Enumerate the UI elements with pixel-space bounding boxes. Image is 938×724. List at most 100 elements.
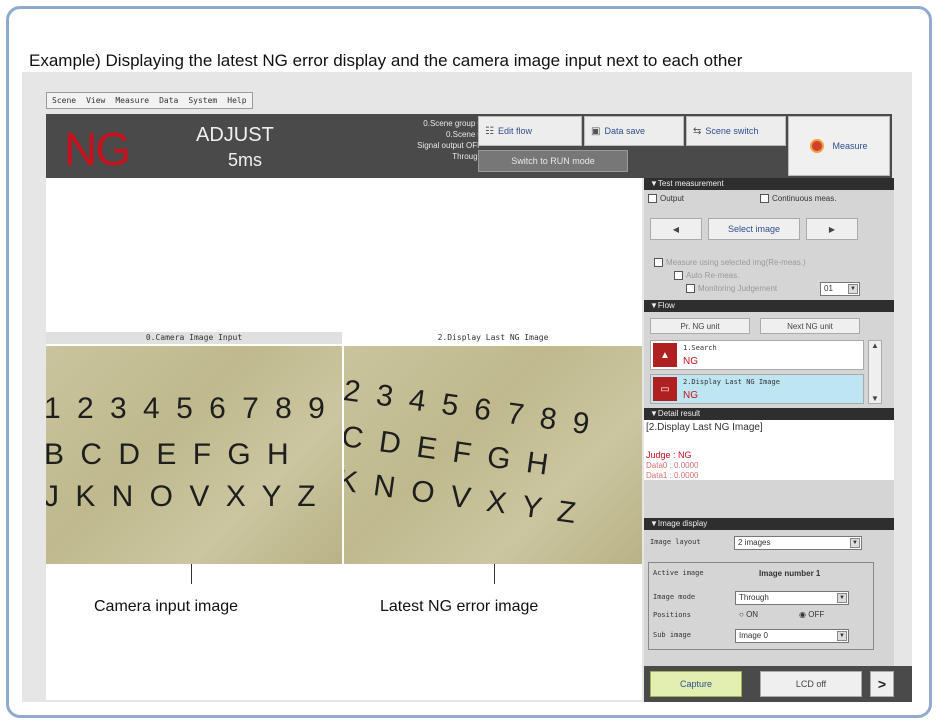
judgement-label: NG <box>64 123 131 175</box>
measure-using-check-icon <box>654 258 663 268</box>
image-mode-select[interactable]: Through ▼ <box>735 591 849 605</box>
image-layout-value: 2 images <box>738 538 771 547</box>
active-image-label: Active image <box>653 569 704 577</box>
positions-label: Positions <box>653 611 691 619</box>
next-image-button[interactable]: ▶ <box>806 218 858 240</box>
monitoring-checkbox[interactable]: Monitoring Judgement <box>686 284 778 294</box>
camera-row-1: 1 2 3 4 5 6 7 8 9 <box>46 392 329 425</box>
camera-row-3: J K N O V X Y Z <box>46 480 320 513</box>
menu-bar: Scene View Measure Data System Help <box>46 92 253 109</box>
menu-data[interactable]: Data <box>154 93 183 108</box>
chevron-down-icon: ▼ <box>848 284 858 294</box>
continuous-checkbox[interactable]: Continuous meas. <box>760 194 837 204</box>
monitoring-label: Monitoring Judgement <box>698 284 778 293</box>
detail-result-box: [2.Display Last NG Image] Judge : NG Dat… <box>644 420 894 480</box>
flow-item-name: 1.Search <box>683 344 717 352</box>
continuous-check-icon <box>760 194 769 204</box>
image-layout-select[interactable]: 2 images ▼ <box>734 536 862 550</box>
position-on-radio[interactable]: ○ ON <box>739 610 758 619</box>
sub-image-label: Sub image <box>653 631 691 639</box>
menu-scene[interactable]: Scene <box>47 93 81 108</box>
signal-output-label: Signal output OFF <box>417 141 482 150</box>
menu-system[interactable]: System <box>183 93 222 108</box>
chevron-down-icon: ▼ <box>837 631 847 641</box>
flow-item-display-last-ng[interactable]: ▭ 2.Display Last NG Image NG <box>650 374 864 404</box>
chevron-down-icon: ▼ <box>850 538 860 548</box>
test-measurement-header: ▼Test measurement <box>644 178 894 190</box>
image-mode-label: Image mode <box>653 593 696 601</box>
scene-switch-label: Scene switch <box>705 126 759 136</box>
camera-image-pane[interactable]: 1 2 3 4 5 6 7 8 9 B C D E F G H J K N O … <box>46 346 342 564</box>
select-image-button[interactable]: Select image <box>708 218 800 240</box>
through-label: Through <box>452 152 482 161</box>
menu-measure[interactable]: Measure <box>110 93 154 108</box>
flow-item-result: NG <box>683 356 698 367</box>
camera-row-2: B C D E F G H <box>46 438 293 471</box>
processing-time: 5ms <box>228 150 263 170</box>
detail-line-1: Data0 : 0.0000 <box>646 461 699 470</box>
right-pane-title: 2.Display Last NG Image <box>344 332 642 344</box>
measure-using-checkbox[interactable]: Measure using selected img(Re-meas.) <box>654 258 806 268</box>
scroll-down-icon: ▼ <box>871 394 879 403</box>
monitoring-select[interactable]: 01 ▼ <box>820 282 860 296</box>
flow-header: ▼Flow <box>644 300 894 312</box>
scene-switch-icon: ⇆ <box>693 125 702 137</box>
measure-label: Measure <box>832 141 868 151</box>
scene-group-label: 0.Scene group 0 <box>423 119 482 128</box>
ng-pointer-line <box>494 564 495 584</box>
ng-image-pane[interactable]: 2 3 4 5 6 7 8 9 C D E F G H K N O V X Y … <box>344 346 642 564</box>
measure-button[interactable]: Measure <box>788 116 890 176</box>
next-page-button[interactable]: > <box>870 671 894 697</box>
sub-image-select[interactable]: Image 0 ▼ <box>735 629 849 643</box>
status-info: 0.Scene group 0 0.Scene 0 Signal output … <box>346 118 482 162</box>
display-icon: ▭ <box>653 377 677 401</box>
bottom-bar: Capture LCD off > <box>644 666 912 702</box>
continuous-label: Continuous meas. <box>772 194 837 203</box>
image-mode-value: Through <box>739 593 769 602</box>
flow-item-search[interactable]: ▲ 1.Search NG <box>650 340 864 370</box>
screenshot-area: Scene View Measure Data System Help NG A… <box>22 72 912 702</box>
prev-image-button[interactable]: ◀ <box>650 218 702 240</box>
header: NG ADJUST 5ms 0.Scene group 0 0.Scene 0 … <box>46 114 892 178</box>
measure-using-label: Measure using selected img(Re-meas.) <box>666 258 806 267</box>
right-panel: ▼Test measurement Output Continuous meas… <box>644 178 894 700</box>
scene-label: 0.Scene 0 <box>445 130 482 139</box>
on-label: ON <box>746 610 759 619</box>
scroll-up-icon: ▲ <box>871 341 879 350</box>
menu-view[interactable]: View <box>81 93 110 108</box>
lcd-off-button[interactable]: LCD off <box>760 671 862 697</box>
edit-flow-label: Edit flow <box>497 126 532 136</box>
switch-run-button[interactable]: Switch to RUN mode <box>478 150 628 172</box>
auto-remeas-checkbox[interactable]: Auto Re-meas. <box>674 271 739 281</box>
image-number-label: Image number 1 <box>759 569 821 578</box>
radio-on-icon: ◉ <box>799 610 806 619</box>
active-image-group: Active image Image number 1 Image mode T… <box>648 562 874 650</box>
capture-button[interactable]: Capture <box>650 671 742 697</box>
left-pane-title: 0.Camera Image Input <box>46 332 342 344</box>
edit-flow-button[interactable]: ☷ Edit flow <box>478 116 582 146</box>
auto-remeas-check-icon <box>674 271 683 281</box>
menu-help[interactable]: Help <box>222 93 251 108</box>
next-ng-unit-button[interactable]: Next NG unit <box>760 318 860 334</box>
data-save-button[interactable]: ▣ Data save <box>584 116 684 146</box>
caption: Example) Displaying the latest NG error … <box>29 51 743 70</box>
camera-pointer-line <box>191 564 192 584</box>
latest-ng-label: Latest NG error image <box>380 598 539 615</box>
monitoring-value: 01 <box>824 284 833 293</box>
warning-icon: ▲ <box>653 343 677 367</box>
prev-ng-unit-button[interactable]: Pr. NG unit <box>650 318 750 334</box>
off-label: OFF <box>808 610 825 619</box>
position-off-radio[interactable]: ◉ OFF <box>799 610 824 619</box>
output-checkbox[interactable]: Output <box>648 194 685 204</box>
output-check-icon <box>648 194 657 204</box>
radio-off-icon: ○ <box>739 610 744 619</box>
detail-result-header: ▼Detail result <box>644 408 894 420</box>
output-label: Output <box>660 194 685 203</box>
flow-scrollbar[interactable]: ▲ ▼ <box>868 340 882 404</box>
data-save-label: Data save <box>604 126 645 136</box>
scene-switch-button[interactable]: ⇆ Scene switch <box>686 116 786 146</box>
sub-image-value: Image 0 <box>739 631 768 640</box>
mode-label: ADJUST <box>196 124 274 146</box>
flow-item-result: NG <box>683 390 698 401</box>
monitoring-check-icon <box>686 284 695 294</box>
